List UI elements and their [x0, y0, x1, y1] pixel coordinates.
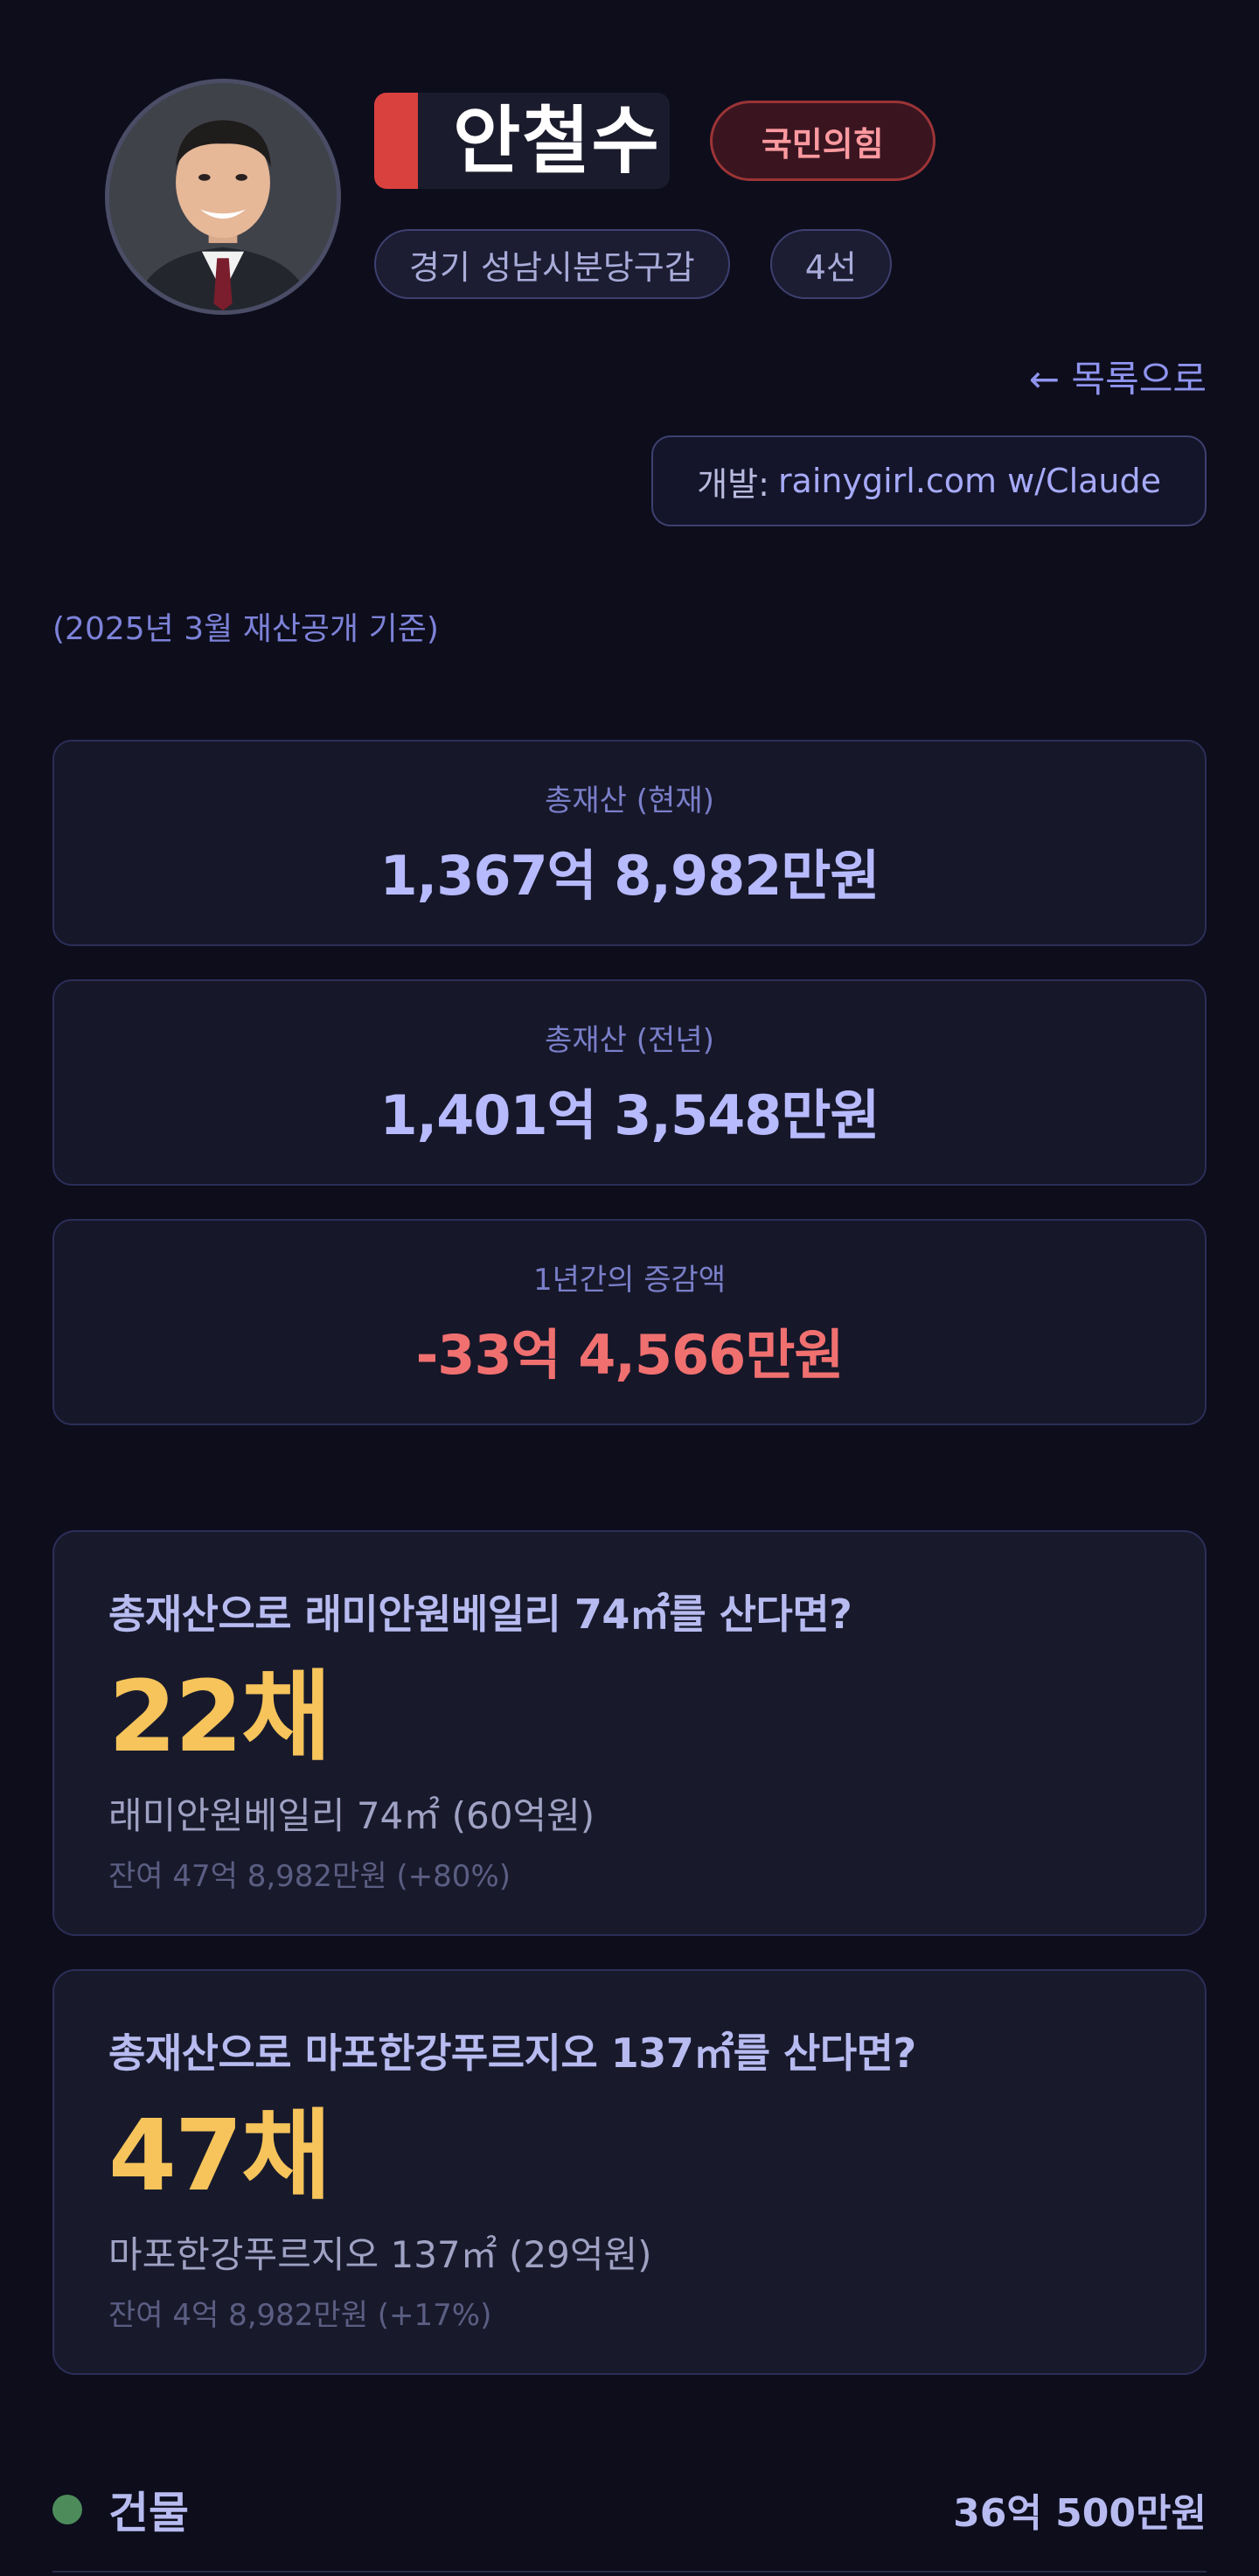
- asset-color-dot: [52, 2495, 82, 2524]
- credit-prefix: 개발:: [697, 464, 769, 504]
- profile-header: 안철수 국민의힘 경기 성남시분당구갑 4선: [52, 0, 1207, 324]
- district-tag: 경기 성남시분당구갑: [374, 229, 730, 299]
- stat-value-change: -33억 4,566만원: [415, 1322, 845, 1387]
- disclosure-note: (2025년 3월 재산공개 기준): [52, 611, 439, 647]
- credit-box: 개발: rainygirl.com w/Claude: [651, 435, 1207, 526]
- asset-label: 건물: [108, 2488, 189, 2538]
- stat-label: 1년간의 증감액: [532, 1262, 727, 1298]
- avatar: [105, 79, 341, 315]
- politician-name: 안철수: [453, 98, 661, 184]
- purchase-remainder: 잔여 47억 8,982만원 (+80%): [108, 1858, 511, 1894]
- name-block: 안철수: [374, 93, 670, 189]
- terms-tag: 4선: [769, 229, 892, 299]
- stat-label: 총재산 (전년): [545, 1022, 714, 1058]
- back-to-list-link[interactable]: ← 목록으로: [1029, 350, 1207, 403]
- page: 안철수 국민의힘 경기 성남시분당구갑 4선 ← 목록으로 개발: rainyg…: [0, 0, 1259, 2576]
- purchase-card: 총재산으로 마포한강푸르지오 137㎡를 산다면? 47채 마포한강푸르지오 1…: [52, 1969, 1207, 2375]
- party-color-bar: [374, 93, 418, 189]
- purchase-question: 총재산으로 래미안원베일리 74㎡를 산다면?: [108, 1591, 852, 1638]
- asset-value: 36억 500만원: [953, 2491, 1207, 2536]
- stat-card-current: 총재산 (현재) 1,367억 8,982만원: [52, 740, 1207, 946]
- purchase-count: 47채: [108, 2099, 331, 2213]
- stat-value: 1,367억 8,982만원: [379, 843, 880, 908]
- credit-link[interactable]: rainygirl.com w/Claude: [778, 462, 1161, 500]
- purchase-price: 마포한강푸르지오 137㎡ (29억원): [108, 2232, 652, 2276]
- purchase-price: 래미안원베일리 74㎡ (60억원): [108, 1793, 595, 1837]
- divider: [52, 2571, 1207, 2573]
- purchase-remainder: 잔여 4억 8,982만원 (+17%): [108, 2297, 492, 2333]
- stat-card-change: 1년간의 증감액 -33억 4,566만원: [52, 1219, 1207, 1425]
- purchase-card: 총재산으로 래미안원베일리 74㎡를 산다면? 22채 래미안원베일리 74㎡ …: [52, 1530, 1207, 1936]
- stat-value: 1,401억 3,548만원: [379, 1083, 880, 1147]
- stat-card-previous: 총재산 (전년) 1,401억 3,548만원: [52, 979, 1207, 1186]
- stat-label: 총재산 (현재): [545, 783, 714, 818]
- purchase-question: 총재산으로 마포한강푸르지오 137㎡를 산다면?: [108, 2029, 916, 2077]
- name-row: 안철수 국민의힘: [374, 93, 936, 189]
- purchase-count: 22채: [108, 1660, 331, 1774]
- asset-row-building[interactable]: 건물 36억 500만원: [52, 2475, 1207, 2545]
- party-badge: 국민의힘: [709, 101, 936, 181]
- portrait-image: [109, 83, 337, 310]
- tag-row: 경기 성남시분당구갑 4선: [374, 229, 892, 299]
